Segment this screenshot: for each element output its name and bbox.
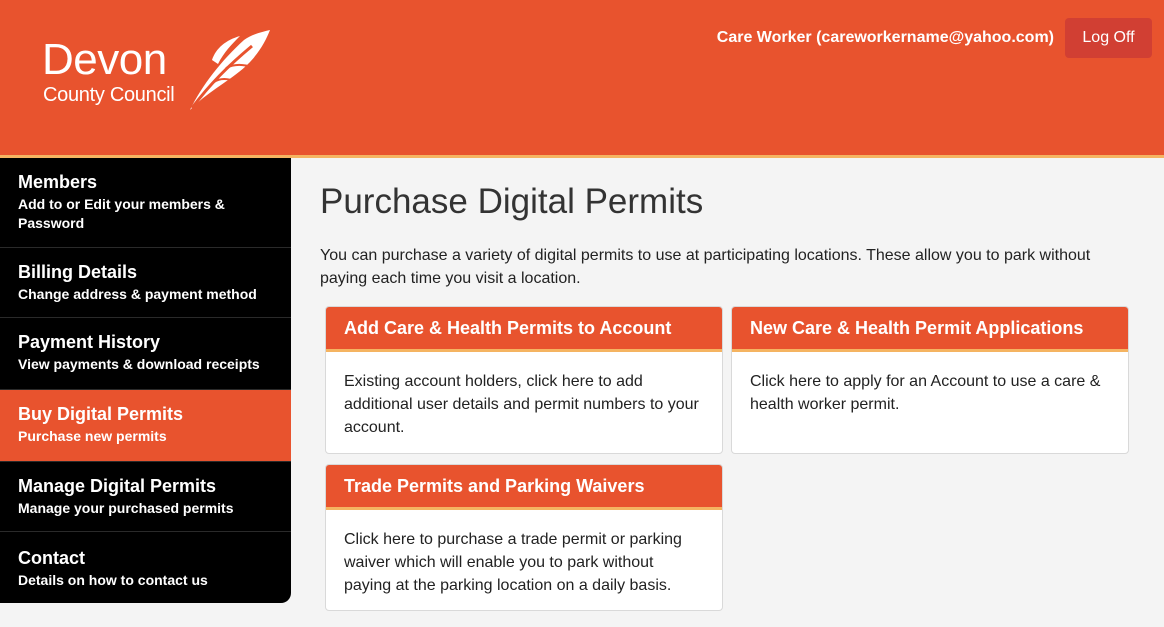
sidebar-item-title: Buy Digital Permits — [18, 404, 184, 424]
devon-county-council-logo[interactable]: Devon County Council — [42, 30, 272, 114]
sidebar-item-title: Billing Details — [18, 262, 138, 282]
sidebar-item-billing-details[interactable]: Billing Details Change address & payment… — [0, 248, 291, 318]
sidebar-item-contact[interactable]: Contact Details on how to contact us — [0, 532, 291, 603]
card-description: Click here to apply for an Account to us… — [750, 373, 1101, 413]
sidebar-item-subtitle: Purchase new permits — [18, 428, 167, 444]
log-off-button[interactable]: Log Off — [1065, 18, 1152, 58]
card-description: Click here to purchase a trade permit or… — [344, 531, 682, 594]
sidebar-item-title: Manage Digital Permits — [18, 476, 217, 496]
sidebar-item-manage-digital-permits[interactable]: Manage Digital Permits Manage your purch… — [0, 462, 291, 532]
sidebar-item-members[interactable]: Members Add to or Edit your members & Pa… — [0, 158, 291, 248]
sidebar-item-subtitle: Details on how to contact us — [18, 572, 208, 588]
leaf-icon — [190, 30, 270, 110]
sidebar-item-title: Payment History — [18, 332, 161, 352]
card-title: Add Care & Health Permits to Account — [326, 307, 722, 352]
card-description: Existing account holders, click here to … — [344, 373, 699, 436]
sidebar-item-title: Contact — [18, 548, 85, 568]
sidebar-item-title: Members — [18, 172, 98, 192]
sidebar-item-subtitle: Manage your purchased permits — [18, 500, 234, 516]
sidebar-nav: Members Add to or Edit your members & Pa… — [0, 158, 291, 603]
card-new-care-health-applications[interactable]: New Care & Health Permit Applications Cl… — [731, 306, 1129, 454]
sidebar-item-subtitle: Change address & payment method — [18, 286, 257, 302]
intro-text: You can purchase a variety of digital pe… — [320, 247, 1091, 287]
card-title: New Care & Health Permit Applications — [732, 307, 1128, 352]
card-trade-permits-parking-waivers[interactable]: Trade Permits and Parking Waivers Click … — [325, 464, 723, 611]
user-account-label: Care Worker (careworkername@yahoo.com) — [716, 29, 1054, 46]
site-header: Devon County Council Care Worker (carewo… — [0, 0, 1164, 155]
card-add-care-health-permits[interactable]: Add Care & Health Permits to Account Exi… — [325, 306, 723, 454]
logo-subtitle: County Council — [43, 84, 175, 106]
card-title: Trade Permits and Parking Waivers — [326, 465, 722, 510]
sidebar-item-subtitle: View payments & download receipts — [18, 356, 260, 372]
page-title: Purchase Digital Permits — [320, 182, 704, 221]
sidebar-item-payment-history[interactable]: Payment History View payments & download… — [0, 318, 291, 390]
sidebar-item-subtitle: Add to or Edit your members & Password — [18, 196, 225, 231]
logo-title: Devon — [42, 35, 167, 84]
sidebar-item-buy-digital-permits[interactable]: Buy Digital Permits Purchase new permits — [0, 390, 291, 462]
